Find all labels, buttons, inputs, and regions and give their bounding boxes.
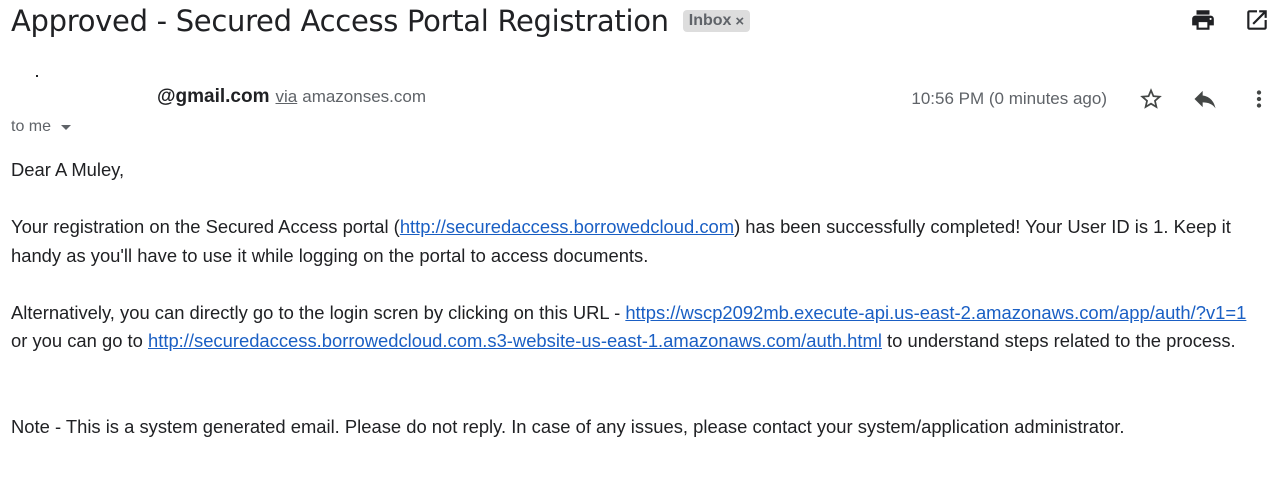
- system-note: Note - This is a system generated email.…: [11, 415, 1125, 437]
- message-timestamp: 10:56 PM (0 minutes ago): [911, 89, 1107, 108]
- inbox-label-chip[interactable]: Inbox ×: [682, 10, 751, 32]
- recipient-details-toggle[interactable]: to me: [11, 118, 72, 136]
- p2-text-before: Alternatively, you can directly go to th…: [11, 301, 626, 323]
- portal-link[interactable]: http://securedaccess.borrowedcloud.com: [400, 216, 734, 237]
- more-vertical-icon[interactable]: [1245, 85, 1273, 113]
- recipient-label: to me: [11, 118, 52, 135]
- via-label[interactable]: via: [276, 87, 298, 107]
- sender-email[interactable]: @gmail.com: [157, 86, 270, 108]
- caret-down-icon[interactable]: [61, 124, 72, 130]
- greeting: Dear A Muley,: [11, 159, 125, 180]
- p1-text-before: Your registration on the Secured Access …: [11, 216, 400, 237]
- print-icon[interactable]: [1189, 6, 1217, 34]
- body-paragraph-1: Your registration on the Secured Access …: [11, 213, 1261, 270]
- email-body: Dear A Muley, Your registration on the S…: [11, 156, 1261, 441]
- remove-label-icon[interactable]: ×: [735, 13, 744, 30]
- login-url-link[interactable]: https://wscp2092mb.execute-api.us-east-2…: [625, 302, 1246, 323]
- open-in-new-window-icon[interactable]: [1243, 6, 1271, 34]
- star-icon[interactable]: [1137, 85, 1165, 113]
- sender-line: @gmail.com via amazonses.com: [157, 86, 426, 112]
- p2-text-between: or you can go to: [11, 330, 148, 351]
- p2-text-after: to understand steps related to the proce…: [881, 330, 1236, 351]
- reply-icon[interactable]: [1191, 85, 1219, 113]
- via-domain: amazonses.com: [302, 87, 427, 106]
- inbox-label-text: Inbox: [688, 12, 732, 29]
- message-meta: 10:56 PM (0 minutes ago): [911, 82, 1273, 116]
- avatar-placeholder: [36, 75, 38, 77]
- body-paragraph-2: Alternatively, you can directly go to th…: [11, 299, 1261, 356]
- thread-actions: [1189, 6, 1271, 34]
- subject-row: Approved - Secured Access Portal Registr…: [11, 0, 751, 42]
- email-subject: Approved - Secured Access Portal Registr…: [11, 4, 669, 38]
- auth-page-link[interactable]: http://securedaccess.borrowedcloud.com.s…: [148, 330, 882, 351]
